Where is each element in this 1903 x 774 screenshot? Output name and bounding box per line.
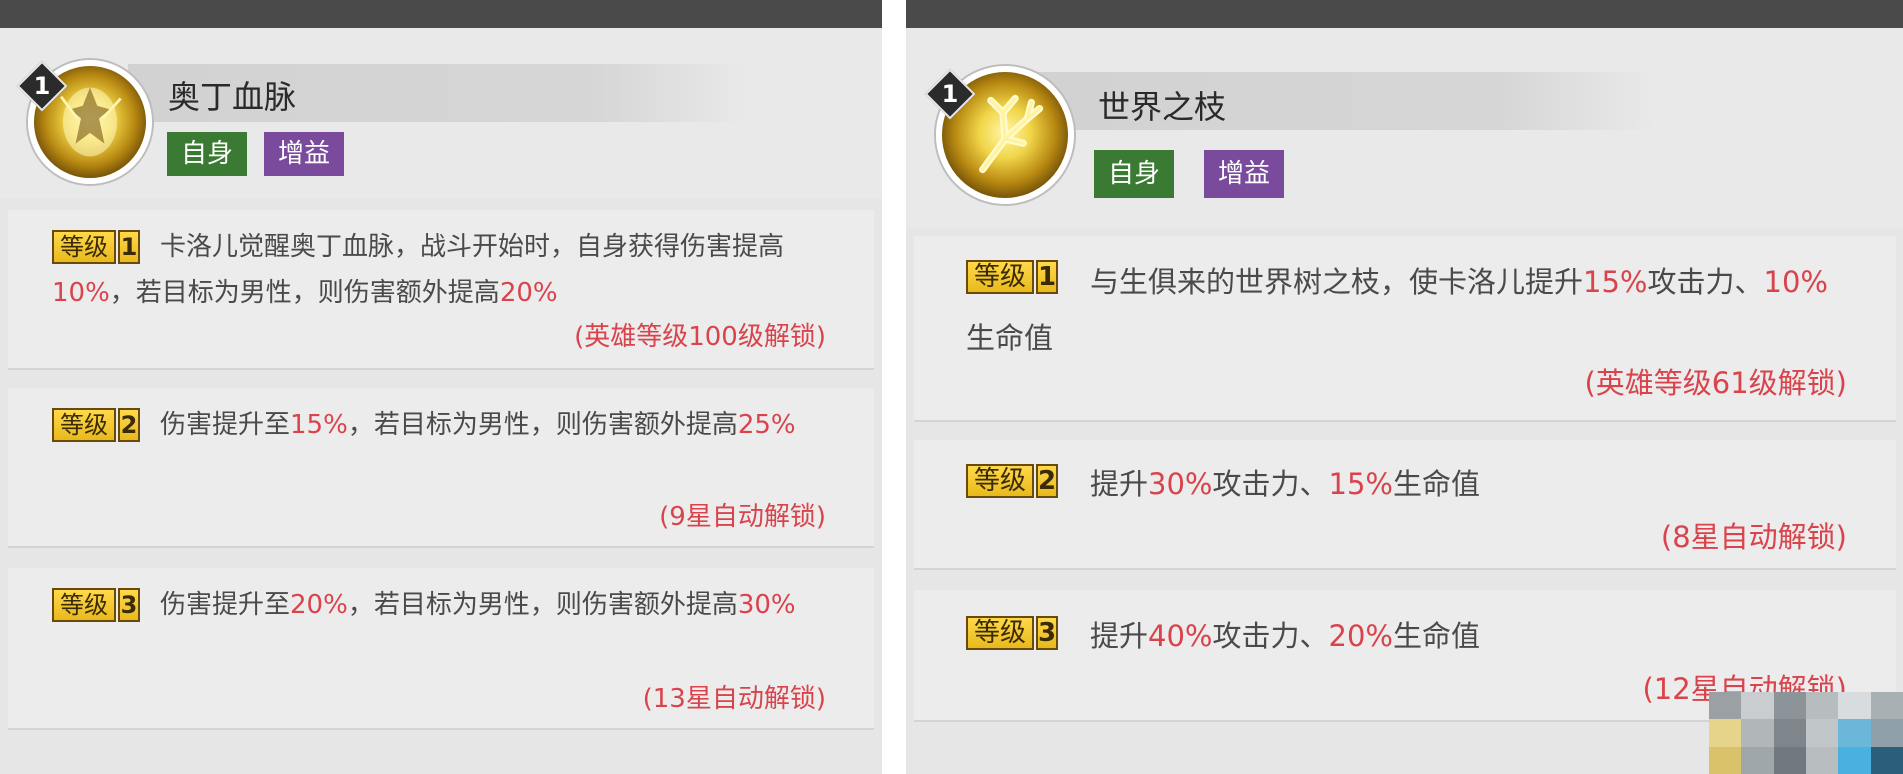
skill-level-number: 1 [33,72,51,100]
unlock-condition-2: (8星自动解锁) [1660,520,1847,554]
level-desc-1: 卡洛儿觉醒奥丁血脉，战斗开始时，自身获得伤害提高 10%，若目标为男性，则伤害额外… [52,224,842,316]
desc-text: ，若目标为男性，则伤害额外提高 [347,590,738,620]
top-bar [906,0,1903,28]
desc-text: 攻击力、 [1212,467,1329,501]
desc-text: 提升 [1090,619,1149,653]
level-desc-3: 提升40%攻击力、20%生命值 [966,608,1846,664]
highlight-value: 15% [290,410,348,440]
highlight-value: 20% [1328,619,1393,653]
level-desc-2: 提升30%攻击力、15%生命值 [966,456,1846,512]
desc-text: 攻击力、 [1647,265,1764,299]
level-desc-3: 伤害提升至20%，若目标为男性，则伤害额外提高30% [52,582,842,628]
highlight-value: 40% [1148,619,1213,653]
skill-name: 奥丁血脉 [168,78,297,116]
skill-name: 世界之枝 [1098,88,1227,126]
unlock-condition-2: (9星自动解锁) [659,502,826,532]
highlight-value: 10% [1763,265,1828,299]
pixelated-corner [1709,692,1903,774]
unlock-condition-1: (英雄等级100级解锁) [574,322,826,352]
tag-buff: 增益 [264,132,345,176]
highlight-value: 30% [1148,467,1213,501]
desc-text: 伤害提升至 [160,590,291,620]
skill-panel-left: 奥丁血脉 1 自身 增益 等级 1 卡洛儿觉醒奥丁血脉，战斗开始时，自身获得伤害… [0,0,882,774]
panel-divider [882,0,906,774]
desc-text: ，若目标为男性，则伤害额外提高 [109,278,500,308]
top-bar [0,0,882,28]
desc-text: 生命值 [1392,619,1480,653]
highlight-value: 30% [737,590,796,620]
highlight-value: 20% [499,278,558,308]
desc-text: 伤害提升至 [160,410,291,440]
tag-self: 自身 [1094,150,1175,198]
tag-self: 自身 [167,132,248,176]
desc-text: 生命值 [1392,467,1480,501]
desc-text: 卡洛儿觉醒奥丁血脉，战斗开始时，自身获得伤害提高 [160,232,785,262]
desc-text: 生命值 [966,321,1054,355]
highlight-value: 20% [290,590,348,620]
highlight-value: 15% [1583,265,1648,299]
desc-text: 攻击力、 [1212,619,1329,653]
desc-text: 提升 [1090,467,1149,501]
desc-text: 与生俱来的世界树之枝，使卡洛儿提升 [1090,265,1584,299]
unlock-condition-3: (13星自动解锁) [642,684,826,714]
tag-buff: 增益 [1204,150,1285,198]
skill-panel-right: 世界之枝 1 自身 增益 等级 1 与生俱来的世界树之枝，使卡洛儿提升15%攻击… [906,0,1903,774]
unlock-condition-1: (英雄等级61级解锁) [1584,366,1847,400]
skill-level-number: 1 [941,80,959,108]
highlight-value: 10% [52,278,110,308]
level-desc-1: 与生俱来的世界树之枝，使卡洛儿提升15%攻击力、10% 生命值 [966,254,1846,366]
level-desc-2: 伤害提升至15%，若目标为男性，则伤害额外提高25% [52,402,842,448]
desc-text: ，若目标为男性，则伤害额外提高 [347,410,738,440]
highlight-value: 25% [737,410,796,440]
highlight-value: 15% [1328,467,1393,501]
